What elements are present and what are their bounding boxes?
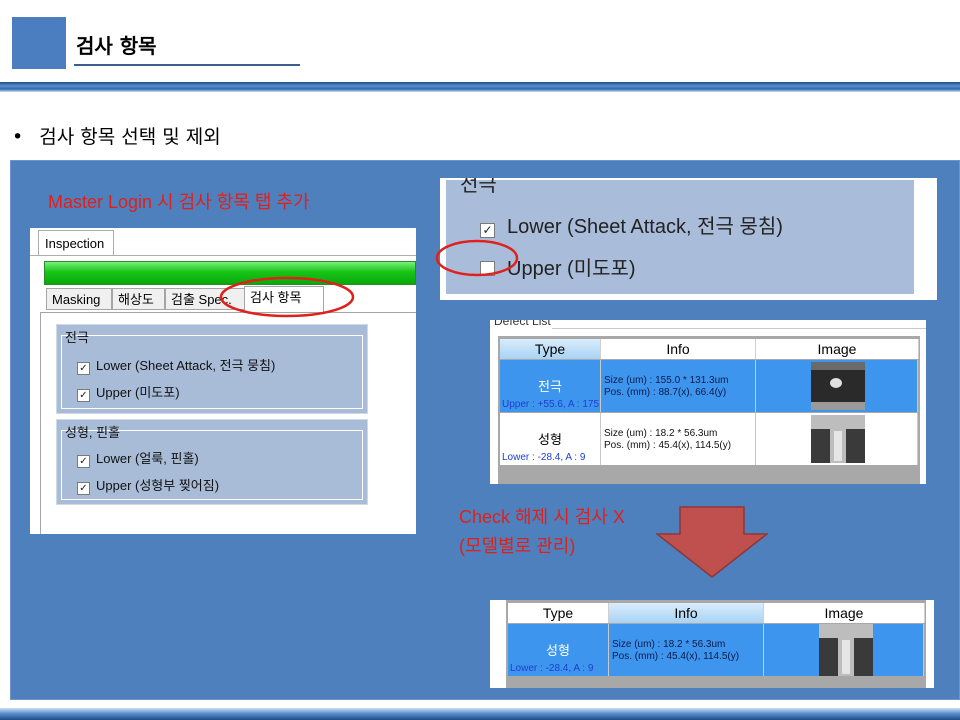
zoom-group-box: 전극 ✓ Lower (Sheet Attack, 전극 뭉침) Upper (미… <box>444 178 916 296</box>
cell-type: 성형 Lower : -28.4, A : 9 <box>508 624 609 676</box>
checkbox-electrode-upper[interactable]: ✓ Upper (미도포) <box>77 382 180 402</box>
tab-detection-spec[interactable]: 검출 Spec. <box>165 288 245 310</box>
column-header-image[interactable]: Image <box>764 603 925 623</box>
defect-type: 전극 <box>538 379 562 394</box>
tab-inspection[interactable]: Inspection <box>38 230 114 256</box>
list-left-margin <box>490 600 507 688</box>
tab-divider <box>552 328 926 329</box>
bullet-mark: • <box>12 126 24 148</box>
cell-image <box>764 624 924 676</box>
defect-table-after: Type Info Image 성형 Lower : -28.4, A : 9 … <box>506 600 926 688</box>
header-band <box>0 82 960 92</box>
checkbox-electrode-lower[interactable]: ✓ Lower (Sheet Attack, 전극 뭉침) <box>77 355 275 375</box>
defect-info: Size (um) : 155.0 * 131.3um Pos. (mm) : … <box>604 375 729 399</box>
column-header-info[interactable]: Info <box>601 339 756 359</box>
title-accent-square <box>12 17 66 69</box>
defect-info: Size (um) : 18.2 * 56.3um Pos. (mm) : 45… <box>604 428 731 452</box>
cell-info: Size (um) : 18.2 * 56.3um Pos. (mm) : 45… <box>609 624 764 676</box>
defect-thumbnail-forming <box>811 415 865 463</box>
defect-thumbnail-forming <box>819 624 873 676</box>
table-row[interactable]: 전극 Upper : +55.6, A : 175 Size (um) : 15… <box>500 360 918 412</box>
cell-info: Size (um) : 18.2 * 56.3um Pos. (mm) : 45… <box>601 413 756 465</box>
tab-masking[interactable]: Masking <box>46 288 112 310</box>
defect-size: Size (um) : 155.0 * 131.3um <box>604 375 729 386</box>
check-release-note-2: (모델별로 관리) <box>459 536 576 556</box>
defect-pos: Pos. (mm) : 88.7(x), 66.4(y) <box>604 387 727 398</box>
checkbox-forming-upper[interactable]: ✓ Upper (성형부 찢어짐) <box>77 475 219 495</box>
zoomed-electrode-group: 전극 ✓ Lower (Sheet Attack, 전극 뭉침) Upper (미… <box>440 178 937 300</box>
defect-size: Size (um) : 18.2 * 56.3um <box>604 428 718 439</box>
checkbox-checked-icon[interactable]: ✓ <box>77 455 90 468</box>
group-electrode: 전극 ✓ Lower (Sheet Attack, 전극 뭉침) ✓ Upper (… <box>56 324 368 414</box>
cell-image <box>756 413 918 465</box>
checkbox-forming-lower[interactable]: ✓ Lower (얼룩, 핀홀) <box>77 448 199 468</box>
cell-type: 전극 Upper : +55.6, A : 175 <box>500 360 601 412</box>
defect-list-before: Defect List Type Info Image 전극 Upper : +… <box>490 320 926 484</box>
defect-info: Size (um) : 18.2 * 56.3um Pos. (mm) : 45… <box>612 639 739 663</box>
checkbox-label: Upper (성형부 찢어짐) <box>96 478 220 493</box>
checkbox-label: Lower (Sheet Attack, 전극 뭉침) <box>96 358 276 373</box>
bullet-line: • 검사 항목 선택 및 제외 <box>12 122 221 149</box>
zoom-checkbox-upper[interactable]: Upper (미도포) <box>480 252 636 281</box>
master-login-note: Master Login 시 검사 항목 탭 추가 <box>48 192 310 212</box>
bullet-text: 검사 항목 선택 및 제외 <box>39 126 221 148</box>
group-title: 성형, 핀홀 <box>65 425 121 440</box>
checkbox-label: Lower (Sheet Attack, 전극 뭉침) <box>507 216 783 238</box>
defect-sub-info: Lower : -28.4, A : 9 <box>502 452 586 463</box>
checkbox-checked-icon[interactable]: ✓ <box>77 362 90 375</box>
table-row[interactable]: 성형 Lower : -28.4, A : 9 Size (um) : 18.2… <box>508 624 924 676</box>
checkbox-checked-icon[interactable]: ✓ <box>480 223 495 238</box>
cell-image <box>756 360 918 412</box>
defect-sub-info: Lower : -28.4, A : 9 <box>510 663 594 674</box>
defect-size: Size (um) : 18.2 * 56.3um <box>612 639 726 650</box>
checkbox-checked-icon[interactable]: ✓ <box>77 482 90 495</box>
down-arrow-icon <box>656 506 768 578</box>
checkbox-checked-icon[interactable]: ✓ <box>77 389 90 402</box>
panel-left-border <box>40 313 41 534</box>
group-title: 전극 <box>65 330 89 345</box>
cell-info: Size (um) : 155.0 * 131.3um Pos. (mm) : … <box>601 360 756 412</box>
defect-thumbnail-electrode <box>811 362 865 410</box>
column-header-info[interactable]: Info <box>609 603 764 623</box>
defect-pos: Pos. (mm) : 45.4(x), 114.5(y) <box>612 651 740 662</box>
column-header-type[interactable]: Type <box>500 339 601 359</box>
inspection-window: Inspection Masking 해상도 검출 Spec. 검사 항목 전극… <box>30 228 416 534</box>
checkbox-unchecked-icon[interactable] <box>480 261 495 276</box>
cell-type: 성형 Lower : -28.4, A : 9 <box>500 413 601 465</box>
subtab-divider <box>40 312 416 313</box>
defect-list-tab[interactable]: Defect List <box>494 320 551 328</box>
table-row[interactable]: 성형 Lower : -28.4, A : 9 Size (um) : 18.2… <box>500 413 918 465</box>
defect-list-after: Type Info Image 성형 Lower : -28.4, A : 9 … <box>490 600 934 688</box>
defect-type: 성형 <box>546 643 570 658</box>
column-header-image[interactable]: Image <box>756 339 919 359</box>
slide-title: 검사 항목 <box>76 34 157 58</box>
defect-type: 성형 <box>538 432 562 447</box>
checkbox-label: Upper (미도포) <box>96 385 180 400</box>
footer-band <box>0 708 960 720</box>
defect-sub-info: Upper : +55.6, A : 175 <box>502 399 600 410</box>
column-header-type[interactable]: Type <box>508 603 609 623</box>
defect-table: Type Info Image 전극 Upper : +55.6, A : 17… <box>498 336 920 484</box>
tab-inspection-items[interactable]: 검사 항목 <box>244 286 324 312</box>
zoom-checkbox-lower[interactable]: ✓ Lower (Sheet Attack, 전극 뭉침) <box>480 210 783 239</box>
tab-strip-divider <box>30 255 416 256</box>
check-release-note-1: Check 해제 시 검사 X <box>459 507 625 527</box>
checkbox-label: Lower (얼룩, 핀홀) <box>96 451 199 466</box>
zoom-group-title: 전극 <box>460 178 497 196</box>
group-forming-pinhole: 성형, 핀홀 ✓ Lower (얼룩, 핀홀) ✓ Upper (성형부 찢어짐) <box>56 419 368 505</box>
defect-pos: Pos. (mm) : 45.4(x), 114.5(y) <box>604 440 732 451</box>
tab-resolution[interactable]: 해상도 <box>112 288 165 310</box>
checkbox-label: Upper (미도포) <box>507 258 636 280</box>
title-underline <box>74 64 300 66</box>
status-progress-bar <box>44 261 416 285</box>
